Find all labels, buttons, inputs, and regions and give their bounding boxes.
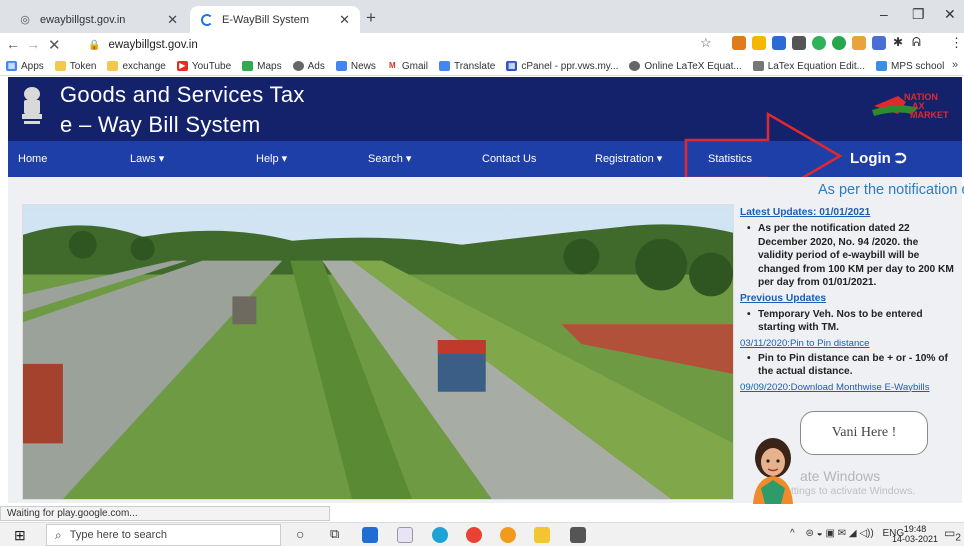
scrolling-notice: As per the notification d [818, 182, 964, 198]
latest-update-item: As per the notification dated 22 Decembe… [742, 222, 955, 290]
lock-icon: 🔒 [88, 39, 101, 51]
app-icon[interactable] [362, 527, 378, 543]
globe-icon: ◎ [20, 14, 30, 26]
bookmark-gmail[interactable]: M Gmail [386, 61, 428, 72]
previous-update-item: Temporary Veh. Nos to be entered startin… [742, 308, 955, 335]
system-tray[interactable]: ^ ⊜ ◒ ▣ ✉ ◢ ◁)) ENG [790, 528, 904, 539]
profile-icon[interactable] [872, 36, 886, 50]
chrome-icon[interactable] [466, 527, 482, 543]
bookmark-translate[interactable]: Translate [438, 61, 495, 72]
task-view-icon[interactable]: ⧉ [330, 526, 339, 542]
latest-updates-heading[interactable]: Latest Updates: 01/01/2021 [740, 207, 955, 218]
forward-arrow-icon[interactable]: → [26, 36, 40, 52]
activate-windows-subtext: ettings to activate Windows. [785, 485, 916, 497]
restore-button[interactable]: ❐ [912, 6, 925, 23]
taskbar-search-box[interactable]: ⌕ Type here to search [46, 524, 281, 546]
nav-laws[interactable]: Laws ▾ [130, 141, 164, 177]
nav-contact-us[interactable]: Contact Us [482, 141, 536, 177]
tray-icons: ⊜ ◒ ▣ ✉ ◢ ◁)) [805, 528, 874, 539]
bookmark-maps[interactable]: Maps [242, 61, 282, 72]
cortana-icon[interactable]: ○ [296, 526, 304, 542]
pin-distance-item: Pin to Pin distance can be + or - 10% of… [742, 352, 955, 379]
login-button[interactable]: Login ⮊ [850, 141, 906, 177]
nav-home[interactable]: Home [18, 141, 47, 177]
logo-word-3: MARKET [910, 110, 949, 120]
close-tab-icon[interactable]: ✕ [167, 12, 178, 28]
tally-icon[interactable] [397, 527, 413, 543]
bookmark-youtube[interactable]: ▶ YouTube [176, 61, 231, 72]
bookmark-apps[interactable]: ▦ Apps [6, 61, 44, 72]
site-title-line1: Goods and Services Tax [60, 82, 305, 107]
download-monthwise-link[interactable]: 09/09/2020:Download Monthwise E-Waybills [740, 382, 955, 393]
bookmark-ads[interactable]: Ads [292, 61, 325, 72]
extension-icon[interactable] [772, 36, 786, 50]
back-arrow-icon[interactable]: ← [6, 36, 20, 52]
stop-loading-icon[interactable]: ✕ [48, 36, 61, 54]
bookmark-star-icon[interactable]: ☆ [700, 35, 712, 51]
updates-panel: Latest Updates: 01/01/2021 As per the no… [740, 207, 955, 396]
loading-spinner-icon [200, 13, 214, 27]
tab-ewaybillgst[interactable]: ◎ ewaybillgst.gov.in ✕ [8, 6, 188, 33]
bookmark-news[interactable]: News [335, 61, 376, 72]
vani-assistant-button[interactable]: Vani Here ! [800, 411, 928, 455]
previous-updates-heading[interactable]: Previous Updates [740, 293, 955, 304]
login-icon: ⮊ [895, 150, 907, 167]
extension-icon[interactable] [852, 36, 866, 50]
snipping-tool-icon[interactable] [570, 527, 586, 543]
national-emblem-icon [22, 87, 42, 124]
bookmarks-overflow-icon[interactable]: » [952, 59, 958, 71]
file-explorer-icon[interactable] [534, 527, 550, 543]
windows-start-icon[interactable]: ⊞ [14, 527, 26, 544]
taskbar-search-placeholder: Type here to search [69, 529, 167, 541]
nav-registration[interactable]: Registration ▾ [595, 141, 662, 177]
taskbar-clock[interactable]: 19:48 14-03-2021 [892, 524, 938, 544]
bookmark-online-latex[interactable]: Online LaTeX Equat... [629, 61, 742, 72]
extension-icon[interactable] [812, 36, 826, 50]
puzzle-icon[interactable]: ✱ [893, 35, 903, 49]
menu-kebab-icon[interactable]: ⋮ [950, 35, 963, 51]
new-tab-button[interactable]: + [366, 8, 376, 28]
login-label: Login [850, 150, 891, 167]
bookmark-latex-editor[interactable]: LaTex Equation Edit... [752, 61, 865, 72]
url-text: ewaybillgst.gov.in [108, 39, 198, 51]
extension-icon[interactable] [832, 36, 846, 50]
account-icon[interactable]: ᕱ [912, 35, 921, 50]
clock-time: 19:48 [903, 524, 927, 534]
browser-status-text: Waiting for play.google.com... [0, 506, 330, 521]
highway-photo [22, 204, 734, 500]
pin-distance-link[interactable]: 03/11/2020:Pin to Pin distance [740, 338, 955, 349]
tab-title: E-WayBill System [222, 13, 309, 26]
minimize-button[interactable]: – [880, 6, 888, 22]
close-window-button[interactable]: ✕ [944, 6, 956, 23]
clock-date: 14-03-2021 [892, 534, 939, 544]
bookmark-exchange[interactable]: exchange [107, 61, 166, 72]
search-icon: ⌕ [55, 527, 62, 542]
close-tab-icon[interactable]: ✕ [339, 12, 350, 28]
site-title-line2: e – Way Bill System [60, 112, 261, 137]
tax-market-logo[interactable]: NATION AX MARKET [868, 88, 958, 124]
tray-chevron-icon[interactable]: ^ [790, 528, 795, 539]
extension-icon[interactable] [752, 36, 766, 50]
bookmark-mps-school[interactable]: MPS school [875, 61, 944, 72]
tab-ewaybill-system[interactable]: E-WayBill System ✕ [190, 6, 360, 33]
edge-icon[interactable] [432, 527, 448, 543]
tab-title: ewaybillgst.gov.in [40, 13, 126, 26]
bookmarks-bar: ▦ Apps Token exchange ▶ YouTube Maps Ads N… [0, 57, 964, 76]
activate-windows-watermark: ate Windows [800, 468, 881, 484]
bookmark-cpanel[interactable]: ▦ cPanel - ppr.vws.my... [506, 61, 618, 72]
extension-icon[interactable] [792, 36, 806, 50]
notification-center-icon[interactable]: ▭2 [944, 526, 961, 543]
vani-avatar-icon[interactable] [743, 432, 803, 504]
notification-count: 2 [955, 532, 961, 544]
address-bar[interactable]: 🔒 ewaybillgst.gov.in [88, 35, 728, 55]
firefox-icon[interactable] [500, 527, 516, 543]
bookmark-token[interactable]: Token [54, 61, 96, 72]
nav-help[interactable]: Help ▾ [256, 141, 287, 177]
extension-icon[interactable] [732, 36, 746, 50]
nav-search[interactable]: Search ▾ [368, 141, 411, 177]
